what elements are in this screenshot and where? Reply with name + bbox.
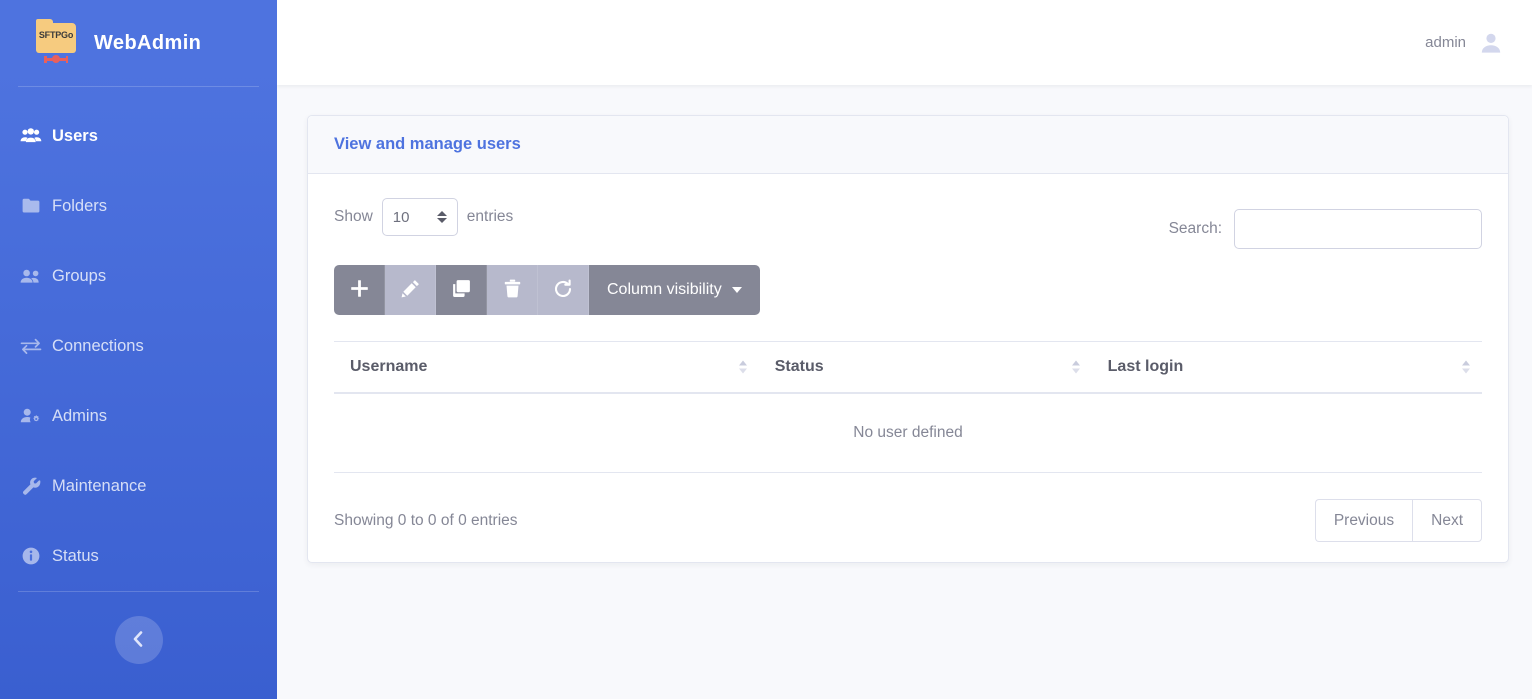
users-table: Username Status Last login (334, 341, 1482, 473)
brand-link[interactable]: SFTPGo WebAdmin (0, 0, 277, 86)
sidebar-item-label: Status (52, 547, 99, 566)
datatable-controls: Show 10 entries Search: (334, 198, 1482, 249)
edit-button[interactable] (385, 265, 436, 315)
sort-arrows-icon (1462, 361, 1470, 374)
add-button[interactable] (334, 265, 385, 315)
sidebar-item-label: Maintenance (52, 477, 146, 496)
sidebar-item-users[interactable]: Users (0, 101, 277, 171)
sort-arrows-icon (739, 361, 747, 374)
table-head: Username Status Last login (334, 342, 1482, 394)
pagination: Previous Next (1315, 499, 1482, 542)
page-title: View and manage users (334, 135, 1482, 154)
clone-button[interactable] (436, 265, 487, 315)
next-page-button[interactable]: Next (1412, 499, 1482, 542)
plus-icon (350, 279, 369, 301)
content-wrapper: admin View and manage users Sho (277, 0, 1532, 699)
sidebar-divider-bottom (18, 591, 259, 592)
chevron-left-icon (132, 630, 145, 651)
search-input[interactable] (1234, 209, 1482, 249)
sidebar-item-label: Users (52, 127, 98, 146)
sidebar-item-maintenance[interactable]: Maintenance (0, 451, 277, 521)
previous-page-button[interactable]: Previous (1315, 499, 1412, 542)
datatable-info: Showing 0 to 0 of 0 entries (334, 512, 518, 530)
exchange-icon (18, 338, 44, 354)
datatable-length-control: Show 10 entries (334, 198, 513, 236)
users-card: View and manage users Show 10 (307, 115, 1509, 563)
user-avatar-icon (1480, 32, 1502, 54)
wrench-icon (18, 477, 44, 496)
card-header: View and manage users (308, 116, 1508, 174)
pencil-icon (401, 279, 420, 301)
sidebar-toggle-button[interactable] (115, 616, 163, 664)
app-root: SFTPGo WebAdmin (0, 0, 1532, 699)
datatable-search-control: Search: (1169, 209, 1482, 249)
refresh-icon (553, 279, 573, 302)
sidebar-item-label: Groups (52, 267, 106, 286)
user-group-icon (18, 269, 44, 284)
sort-arrows-icon (1072, 361, 1080, 374)
column-header-username[interactable]: Username (334, 342, 759, 394)
entries-per-page-select[interactable]: 10 (382, 198, 458, 236)
logo-folder-text: SFTPGo (36, 30, 76, 40)
sidebar: SFTPGo WebAdmin (0, 0, 277, 699)
topbar-username: admin (1425, 34, 1466, 51)
sftpgo-folder-logo-icon: SFTPGo (36, 21, 76, 65)
card-body: Show 10 entries Search: (308, 174, 1508, 562)
topbar-user-menu[interactable]: admin (1425, 32, 1502, 54)
sidebar-item-admins[interactable]: Admins (0, 381, 277, 451)
datatable-footer: Showing 0 to 0 of 0 entries Previous Nex… (334, 499, 1482, 542)
column-header-label: Status (775, 358, 824, 375)
entries-per-page-value: 10 (393, 209, 410, 226)
empty-message: No user defined (334, 393, 1482, 473)
sidebar-item-groups[interactable]: Groups (0, 241, 277, 311)
copy-icon (452, 279, 471, 301)
column-header-label: Last login (1108, 358, 1184, 375)
stepper-arrows-icon (437, 211, 447, 223)
column-header-last-login[interactable]: Last login (1092, 342, 1482, 394)
delete-button[interactable] (487, 265, 538, 315)
column-header-label: Username (350, 358, 427, 375)
table-empty-row: No user defined (334, 393, 1482, 473)
length-prefix-label: Show (334, 208, 373, 226)
users-icon (18, 128, 44, 144)
folder-icon (18, 198, 44, 214)
main-content: View and manage users Show 10 (277, 85, 1532, 699)
sidebar-item-folders[interactable]: Folders (0, 171, 277, 241)
trash-icon (504, 279, 521, 301)
sidebar-item-status[interactable]: Status (0, 521, 277, 591)
sidebar-item-label: Folders (52, 197, 107, 216)
topbar: admin (277, 0, 1532, 85)
info-circle-icon (18, 547, 44, 565)
refresh-button[interactable] (538, 265, 589, 315)
datatable-button-toolbar: Column visibility (334, 265, 760, 315)
column-visibility-button[interactable]: Column visibility (589, 265, 760, 315)
sidebar-item-connections[interactable]: Connections (0, 311, 277, 381)
sidebar-item-label: Admins (52, 407, 107, 426)
search-label: Search: (1169, 220, 1222, 238)
length-suffix-label: entries (467, 208, 514, 226)
chevron-down-icon (732, 287, 742, 293)
column-visibility-label: Column visibility (607, 281, 722, 299)
brand-title: WebAdmin (94, 32, 201, 55)
table-header-row: Username Status Last login (334, 342, 1482, 394)
table-body: No user defined (334, 393, 1482, 473)
sidebar-item-label: Connections (52, 337, 144, 356)
user-gear-icon (18, 408, 44, 424)
sidebar-nav: Users Folders (0, 87, 277, 591)
column-header-status[interactable]: Status (759, 342, 1092, 394)
